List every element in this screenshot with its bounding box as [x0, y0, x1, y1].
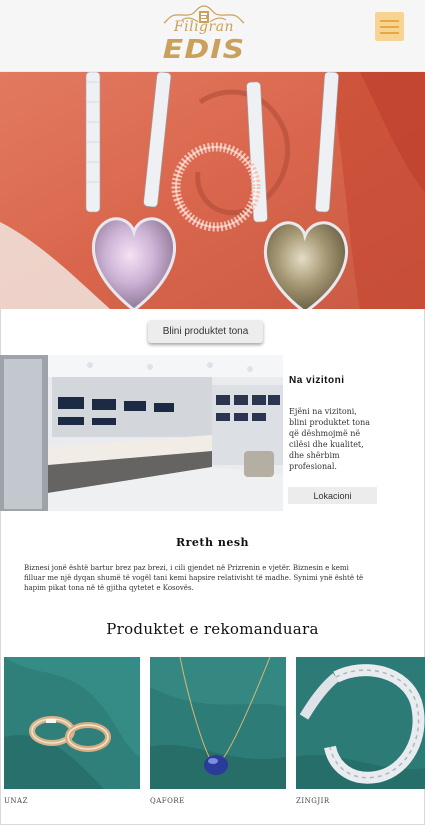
product-image-rings — [4, 657, 140, 789]
about-text: Biznesi jonë është bartur brez paz brezi… — [24, 564, 364, 592]
visit-title: Na vizitoni — [289, 375, 345, 386]
product-label: ZINGJIR — [296, 797, 330, 805]
location-button[interactable]: Lokacioni — [288, 487, 377, 504]
recommended-products-title: Produktet e rekomanduara — [106, 620, 319, 638]
product-image-necklace — [150, 657, 286, 789]
product-card-necklace[interactable]: QAFORE — [150, 657, 286, 805]
brand-name: EDIS — [162, 35, 246, 65]
product-label: UNAZ — [4, 797, 28, 805]
product-card-chain[interactable]: ZINGJIR — [296, 657, 425, 805]
hamburger-menu-icon[interactable] — [375, 12, 404, 41]
hero-image — [0, 72, 425, 309]
store-interior-image — [0, 355, 283, 511]
brand-logo[interactable]: Filigran EDIS — [156, 4, 252, 66]
about-title: Rreth nesh — [175, 536, 250, 549]
shop-products-button[interactable]: Blini produktet tona — [148, 320, 263, 343]
product-image-chain — [296, 657, 425, 789]
product-label: QAFORE — [150, 797, 185, 805]
visit-text: Ejëni na vizitoni, blini produktet tona … — [289, 407, 371, 471]
site-header: Filigran EDIS — [0, 0, 425, 72]
brand-script: Filigran — [173, 19, 235, 35]
product-card-rings[interactable]: UNAZ — [4, 657, 140, 805]
